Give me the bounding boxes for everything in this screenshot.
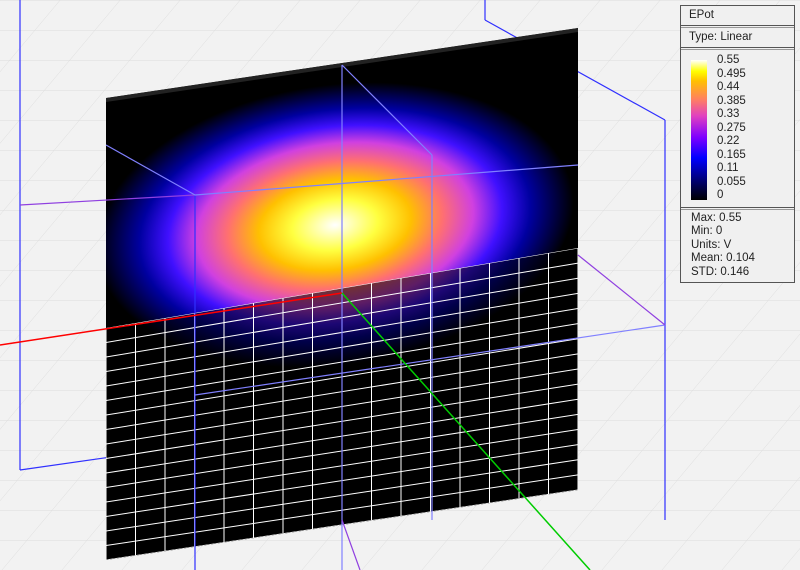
legend-stat: Min: 0	[691, 225, 723, 237]
color-scale-bar	[691, 60, 707, 200]
legend-tick: 0.495	[717, 67, 746, 80]
legend-tick: 0.55	[717, 54, 740, 66]
legend-stat: Mean: 0.104	[691, 252, 755, 264]
color-legend: EPot Type: Linear 0.55 0.495 0.44 0.385 0.33…	[680, 5, 795, 283]
legend-tick: 0.165	[717, 148, 746, 161]
legend-title: EPot	[681, 6, 794, 26]
legend-tick: 0.055	[717, 175, 746, 188]
legend-stat: Units: V	[691, 238, 732, 251]
legend-type: Type: Linear	[681, 27, 794, 48]
legend-tick: 0.385	[717, 94, 746, 107]
legend-tick: 0.275	[717, 121, 746, 134]
legend-stat: Max: 0.55	[691, 211, 742, 224]
legend-tick: 0.11	[717, 162, 739, 174]
legend-tick: 0.33	[717, 108, 740, 120]
legend-tick: 0	[717, 189, 724, 201]
legend-tick: 0.44	[717, 81, 740, 93]
legend-tick: 0.22	[717, 135, 740, 147]
legend-stat: STD: 0.146	[691, 265, 750, 278]
